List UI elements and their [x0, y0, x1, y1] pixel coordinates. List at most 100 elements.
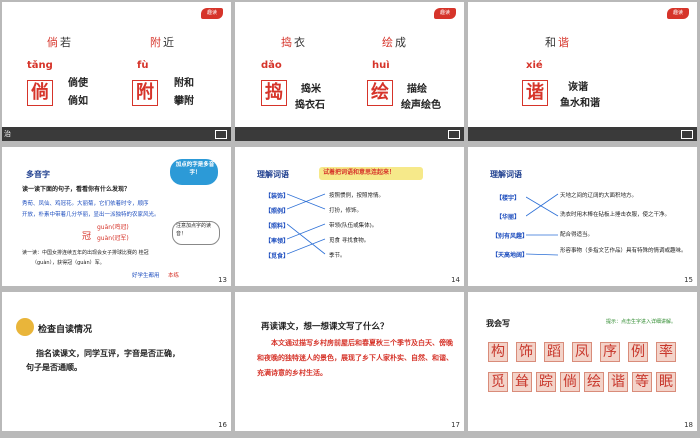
term: 【别有风趣】 [492, 233, 529, 240]
pair-char: 绘 [382, 36, 393, 49]
word: 描绘 [407, 84, 427, 95]
slide-title: 再读课文，想一想课文写了什么？ [261, 322, 389, 332]
term: 【华丽】 [496, 214, 521, 221]
char-cell[interactable]: 率 [656, 342, 676, 362]
definition: 形容事物（多指文艺作品）具有特殊的情调或趣味。 [560, 248, 687, 254]
char-cell[interactable]: 构 [488, 342, 508, 362]
reading-1: guān(鸡冠) [97, 224, 129, 231]
slide-thumbnail-15[interactable]: 多音字 加点的字是多音字！ 读一读下面的句子，看看你有什么发现？ 秀荀、凤仙、鸡… [2, 147, 231, 286]
definition: 天地之间的辽阔的大面积地方。 [560, 193, 638, 199]
char-cell[interactable]: 饰 [516, 342, 536, 362]
slide-thumbnail-20[interactable]: 我会写 提示：点击生字进入详细讲解。 构 饰 蹈 凤 序 例 率 觅 耸 踪 倘… [468, 292, 697, 431]
word: 捣衣石 [295, 100, 325, 111]
term: 【照料】 [265, 223, 290, 230]
pair-char: 衣 [294, 36, 305, 49]
polyphone-char: 冠 [82, 232, 92, 242]
char-cell[interactable]: 例 [628, 342, 648, 362]
slide-title: 检查自读情况 [38, 325, 93, 335]
body-line: 指名读课文，同学互评，字音是否正确， [36, 349, 180, 358]
pinyin: huì [372, 60, 390, 71]
char-box: 绘 [367, 80, 393, 106]
pair-char: 若 [60, 36, 71, 49]
reading-2: guàn(冠军) [97, 235, 129, 242]
slide-footer-bar: 治 [2, 127, 231, 141]
char-box: 倘 [27, 80, 53, 106]
definition: 按照惯例，按照常情。 [329, 193, 385, 199]
term: 【楼宇】 [496, 195, 521, 202]
char-box: 附 [132, 80, 158, 106]
char-cell[interactable]: 绘 [584, 372, 604, 392]
char-cell[interactable]: 耸 [512, 372, 532, 392]
matching-lines [287, 193, 326, 255]
brand-text-2: 本练 [168, 273, 180, 279]
word: 倘使 [68, 78, 88, 89]
definition: 配合得适当。 [560, 232, 594, 238]
badge: 趣读 [201, 8, 223, 19]
slide-footer-bar [235, 127, 464, 141]
char-box: 谐 [522, 80, 548, 106]
pinyin: tǎng [27, 60, 53, 71]
char-cell[interactable]: 眠 [656, 372, 676, 392]
slide-icon [215, 130, 227, 139]
page-number: 14 [451, 276, 460, 284]
instruction: 读一读下面的句子，看看你有什么发现？ [22, 186, 131, 193]
slide-thumbnail-18[interactable]: 检查自读情况 指名读课文，同学互评，字音是否正确， 句子是否通顺。 16 [2, 292, 231, 431]
page-number: 17 [451, 421, 460, 429]
char-cell[interactable]: 觅 [488, 372, 508, 392]
slide-thumbnail-19[interactable]: 再读课文，想一想课文写了什么？ 本文通过描写乡村房前屋后和春夏秋三个季节及白天、… [235, 292, 464, 431]
pair-char: 附 [150, 36, 161, 49]
pair-char: 成 [395, 36, 406, 49]
definition: 洗衣时用木棒在砧板上捶击衣服，使之干净。 [560, 212, 671, 218]
slide-footer-bar [468, 127, 697, 141]
pair-char: 近 [163, 36, 174, 49]
char-cell[interactable]: 踪 [536, 372, 556, 392]
sentence-line: 秀荀、凤仙、鸡冠花。大丽菊，它们依着时令，顺序 [22, 201, 149, 207]
pair-char: 捣 [281, 36, 292, 49]
word: 鱼水和谐 [560, 98, 600, 109]
page-number: 18 [684, 421, 693, 429]
exercise-line: 读一读：中国女排连续五年的出现会女子排球比赛的 桂冠 [22, 250, 149, 256]
word: 攀附 [174, 96, 194, 107]
slide-title: 多音字 [26, 170, 50, 179]
body-line: 句子是否通顺。 [26, 363, 82, 372]
pinyin: xié [526, 60, 543, 71]
slide-thumbnail-16[interactable]: 理解词语 试着把词语和意思连起来！ 【装饰】 【照例】 【照料】 【率领】 【觅… [235, 147, 464, 286]
pair-char: 倘 [47, 36, 58, 49]
char-cell[interactable]: 谐 [608, 372, 628, 392]
term: 【天高地阔】 [492, 252, 529, 259]
char-cell[interactable]: 等 [632, 372, 652, 392]
sentence-line: 开放，朴素中带着几分华丽，显出一派独特的农家风光。 [22, 212, 160, 218]
char-cell[interactable]: 倘 [560, 372, 580, 392]
slide-thumbnail-12[interactable]: 趣读 倘 若 附 近 tǎng 倘 倘使 倘如 fù 附 附和 攀附 治 [2, 2, 231, 141]
slide-icon [681, 130, 693, 139]
pinyin: fù [137, 60, 149, 71]
slide-thumbnail-14[interactable]: 趣读 和 谐 xié 谐 诙谐 鱼水和谐 [468, 2, 697, 141]
summary-text: 本文通过描写乡村房前屋后和春夏秋三个季节及白天、傍晚和夜晚的独特迷人的景色，展现… [257, 339, 453, 377]
term: 【率领】 [265, 238, 290, 245]
slide-icon [448, 130, 460, 139]
pair-char: 和 [545, 36, 556, 49]
slide-thumbnail-13[interactable]: 趣读 捣 衣 绘 成 dǎo 捣 捣米 捣衣石 huì 绘 描绘 绘声绘色 [235, 2, 464, 141]
char-cell[interactable]: 序 [600, 342, 620, 362]
badge: 趣读 [434, 8, 456, 19]
banner-text: 试着把词语和意思连起来！ [323, 169, 396, 176]
slide-title: 理解词语 [257, 170, 289, 179]
pinyin: dǎo [261, 60, 282, 71]
char-box: 捣 [261, 80, 287, 106]
badge: 趣读 [667, 8, 689, 19]
char-cell[interactable]: 凤 [572, 342, 592, 362]
char-cell[interactable]: 蹈 [544, 342, 564, 362]
page-number: 15 [684, 276, 693, 284]
slide-thumbnail-17[interactable]: 理解词语 【楼宇】 【华丽】 【别有风趣】 【天高地阔】 天地之间的辽阔的大面积… [468, 147, 697, 286]
matching-lines [526, 193, 559, 256]
word: 诙谐 [568, 82, 588, 93]
definition: 带领(队伍或集体)。 [329, 223, 378, 229]
tip-text: 提示：点击生字进入详细讲解。 [606, 319, 677, 325]
slide-title: 我会写 [486, 319, 510, 328]
definition: 觅食 寻找食物。 [329, 238, 370, 244]
term: 【装饰】 [265, 193, 290, 200]
page-number: 13 [218, 276, 227, 284]
bubble-text: 加点的字是多音字！ [175, 162, 215, 176]
exercise-line: （guàn），获得冠（guàn）军。 [32, 260, 105, 266]
word: 捣米 [301, 84, 321, 95]
